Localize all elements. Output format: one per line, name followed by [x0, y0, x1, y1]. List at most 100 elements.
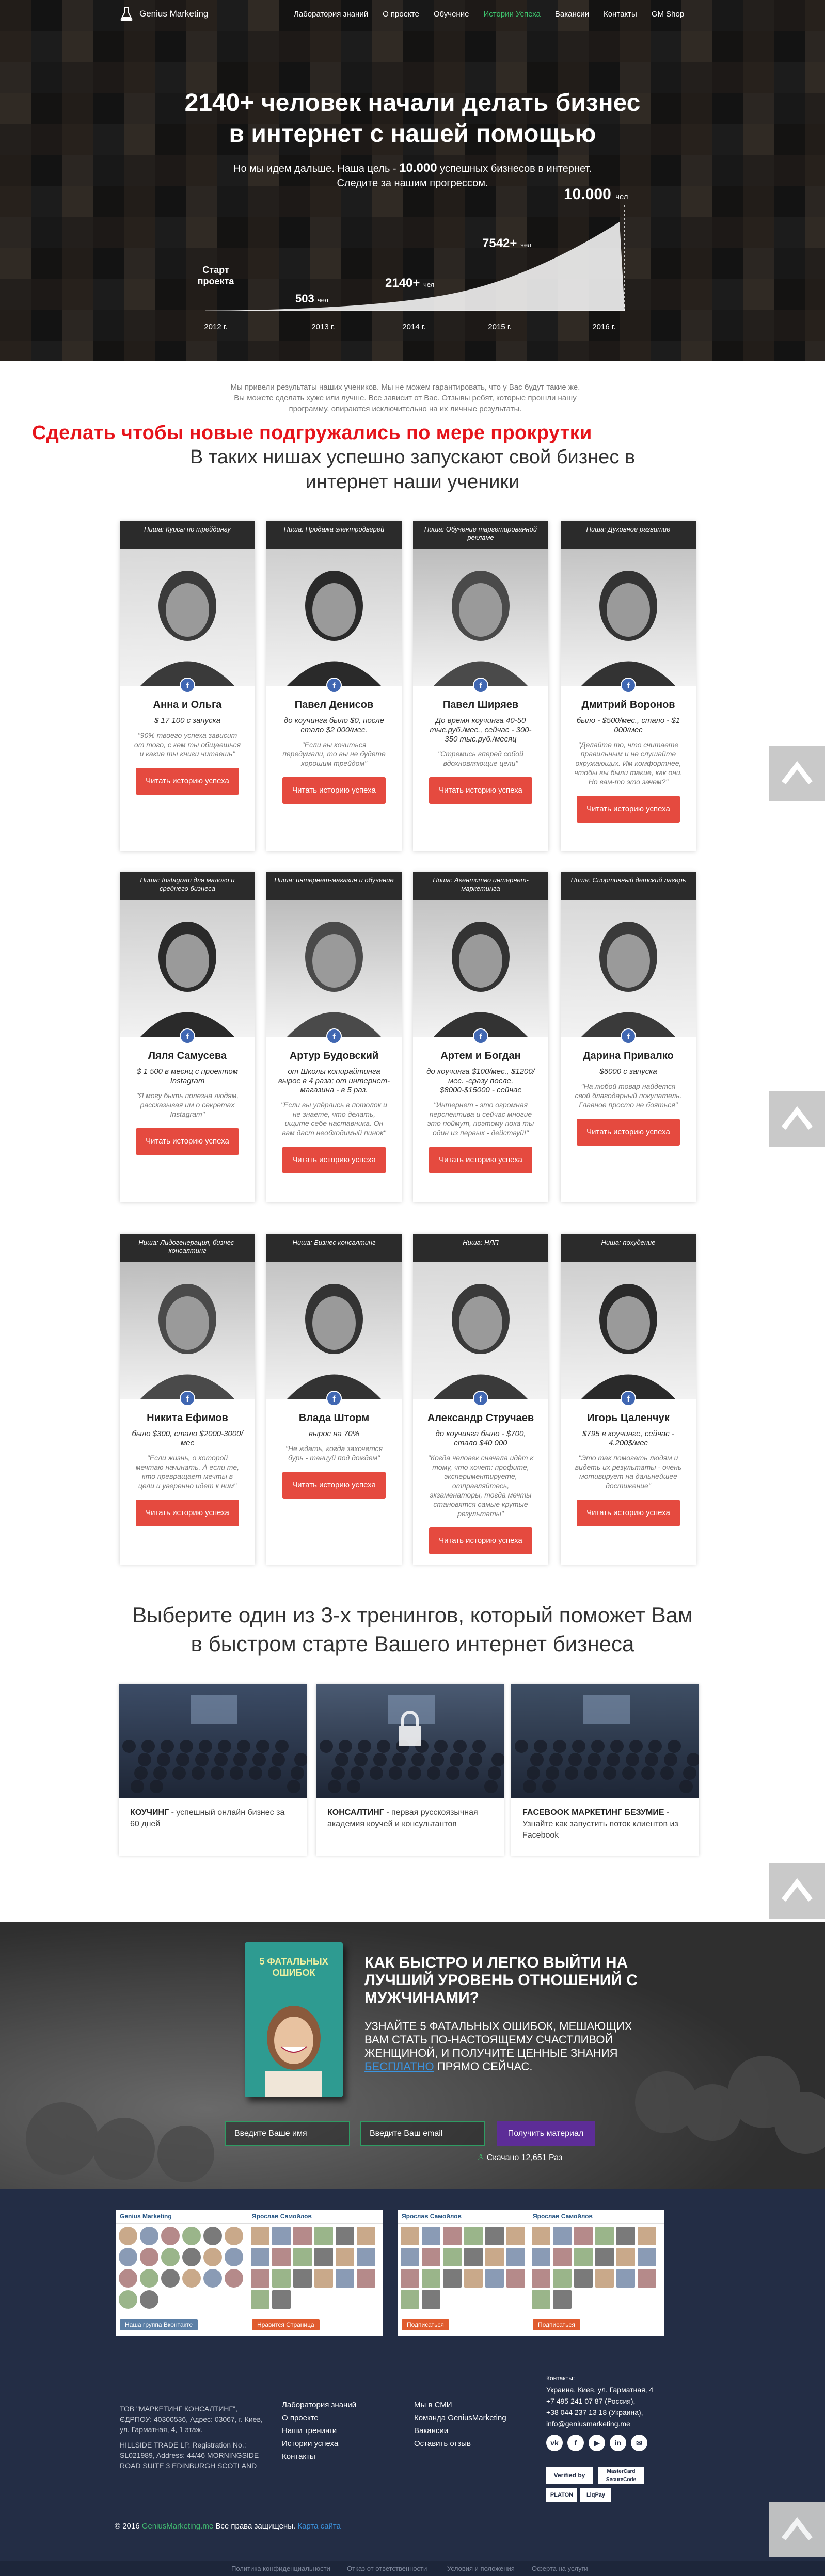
get-material-button[interactable]: Получить материал — [497, 2121, 595, 2146]
hero-section: Genius Marketing Лаборатория знаний О про… — [0, 0, 825, 361]
widget-avatars — [248, 2224, 383, 2312]
facebook-icon[interactable]: f — [326, 1391, 342, 1406]
card-niche: Ниша: Продажа электродверей — [266, 521, 402, 549]
read-story-button[interactable]: Читать историю успеха — [282, 1147, 386, 1173]
name-input[interactable]: Введите Ваше имя — [225, 2121, 350, 2146]
card-name: Артур Будовский — [289, 1050, 379, 1061]
instagram-icon[interactable]: in — [610, 2435, 626, 2451]
footer-link[interactable]: Оставить отзыв — [414, 2437, 506, 2450]
footer-link[interactable]: Вакансии — [414, 2424, 506, 2437]
facebook-icon[interactable]: f — [180, 1028, 195, 1044]
mastercard-badge: MasterCard SecureCode — [598, 2467, 644, 2484]
social-widget[interactable]: Ярослав Самойлов Подписаться — [529, 2210, 664, 2336]
nav-item[interactable]: GM Shop — [644, 10, 691, 19]
nav-item[interactable]: Контакты — [596, 10, 644, 19]
card-quote: "Делайте то, что считаете правильным и н… — [574, 740, 683, 786]
nav-item[interactable]: Вакансии — [548, 10, 596, 19]
nav-item[interactable]: Обучение — [426, 10, 477, 19]
read-story-button[interactable]: Читать историю успеха — [577, 1500, 680, 1526]
read-story-button[interactable]: Читать историю успеха — [429, 777, 532, 804]
read-story-button[interactable]: Читать историю успеха — [577, 796, 680, 823]
year-2015: 2015 г. — [488, 323, 512, 331]
read-story-button[interactable]: Читать историю успеха — [429, 1147, 532, 1173]
logo[interactable]: Genius Marketing — [120, 6, 208, 22]
facebook-icon[interactable]: f — [326, 678, 342, 693]
trainings-title-line2: в быстром старте Вашего интернет бизнеса — [191, 1632, 634, 1656]
nav-item[interactable]: О проекте — [375, 10, 426, 19]
training-card[interactable]: КОНСАЛТИНГ - первая русскоязычная академ… — [316, 1684, 504, 1856]
footer-link[interactable]: Истории успеха — [282, 2437, 356, 2450]
read-story-button[interactable]: Читать историю успеха — [136, 1128, 239, 1155]
platon-badge: PLATON — [546, 2488, 577, 2502]
facebook-icon[interactable]: f — [180, 678, 195, 693]
trainings-title-line1: Выберите один из 3-х тренингов, который … — [132, 1603, 693, 1627]
footer-link[interactable]: О проекте — [282, 2411, 356, 2424]
widget-avatars — [116, 2224, 251, 2312]
facebook-icon[interactable]: f — [473, 678, 488, 693]
card-niche: Ниша: Лидогенерация, бизнес-консалтинг — [120, 1234, 255, 1262]
sitemap-link[interactable]: Карта сайта — [297, 2522, 341, 2531]
trainings-title: Выберите один из 3-х тренингов, который … — [0, 1601, 825, 1659]
widget-title: Ярослав Самойлов — [248, 2210, 383, 2224]
disclaimer-link[interactable]: Отказ от ответственности — [347, 2565, 427, 2572]
read-story-button[interactable]: Читать историю успеха — [429, 1527, 532, 1554]
mail-icon[interactable]: ✉ — [631, 2435, 647, 2451]
read-story-button[interactable]: Читать историю успеха — [282, 777, 386, 804]
read-story-button[interactable]: Читать историю успеха — [136, 1500, 239, 1526]
widget-subtitle[interactable]: Наша группа Вконтакте — [120, 2319, 198, 2330]
nav-item[interactable]: Истории Успеха — [476, 10, 547, 19]
facebook-icon[interactable]: f — [326, 1028, 342, 1044]
social-widget[interactable]: Genius Marketing Наша группа Вконтакте — [116, 2210, 251, 2336]
footer-link[interactable]: Команда GeniusMarketing — [414, 2411, 506, 2424]
scroll-top-button[interactable] — [769, 1863, 825, 1919]
scroll-top-button[interactable] — [769, 1091, 825, 1147]
card-name: Игорь Цаленчук — [587, 1412, 670, 1424]
read-story-button[interactable]: Читать историю успеха — [577, 1119, 680, 1146]
progress-curve — [205, 204, 625, 311]
offer-link[interactable]: Оферта на услуги — [532, 2565, 588, 2572]
ebook-title: 5 ФАТАЛЬНЫХ ОШИБОК — [259, 1956, 328, 1978]
card-niche: Ниша: Духовное развитие — [561, 521, 696, 549]
story-card: Ниша: Духовное развитие f Дмитрий Воронов б… — [561, 521, 696, 851]
vk-icon[interactable]: vk — [546, 2435, 563, 2451]
widget-subtitle[interactable]: Подписаться — [533, 2319, 580, 2330]
email-input[interactable]: Введите Ваш email — [360, 2121, 485, 2146]
facebook-icon[interactable]: f — [180, 1391, 195, 1406]
facebook-icon[interactable]: f — [473, 1391, 488, 1406]
training-image — [511, 1684, 699, 1798]
read-story-button[interactable]: Читать историю успеха — [136, 768, 239, 795]
brand-link[interactable]: GeniusMarketing.me — [142, 2522, 213, 2531]
facebook-icon[interactable]: f — [621, 1028, 636, 1044]
facebook-icon[interactable]: f — [621, 1391, 636, 1406]
scroll-top-button[interactable] — [769, 2502, 825, 2557]
footer-bottom-bar: Политика конфиденциальности Отказ от отв… — [0, 2561, 825, 2576]
terms-link[interactable]: Условия и положения — [447, 2565, 515, 2572]
footer-link[interactable]: Мы в СМИ — [414, 2398, 506, 2411]
nav-item[interactable]: Лаборатория знаний — [287, 10, 375, 19]
scroll-top-button[interactable] — [769, 746, 825, 801]
youtube-icon[interactable]: ▶ — [589, 2435, 605, 2451]
social-widget[interactable]: Ярослав Самойлов Нравится Страница — [248, 2210, 383, 2336]
widget-subtitle[interactable]: Подписаться — [402, 2319, 449, 2330]
widget-subtitle[interactable]: Нравится Страница — [252, 2319, 320, 2330]
card-photo — [266, 900, 402, 1037]
story-card: Ниша: Instagram для малого и среднего би… — [120, 872, 255, 1202]
footer-contacts: Контакты: Украина, Киев, ул. Гарматная, … — [546, 2373, 653, 2451]
facebook-icon[interactable]: f — [621, 678, 636, 693]
free-link[interactable]: БЕСПЛАТНО — [364, 2060, 434, 2073]
read-story-button[interactable]: Читать историю успеха — [282, 1472, 386, 1499]
progress-chart: Старт проекта 503 чел 2140+ чел 7542+ че… — [0, 0, 825, 361]
footer-link[interactable]: Лаборатория знаний — [282, 2398, 356, 2411]
footer-link[interactable]: Контакты — [282, 2450, 356, 2463]
facebook-icon[interactable]: f — [473, 1028, 488, 1044]
main-menu: Лаборатория знаний О проекте Обучение Истор… — [287, 10, 691, 19]
legal-ua: ТОВ "МАРКЕТИНГ КОНСАЛТИНГ", ЄДРПОУ: 4030… — [120, 2405, 263, 2434]
privacy-link[interactable]: Политика конфиденциальности — [231, 2565, 330, 2572]
training-card[interactable]: FACEBOOK МАРКЕТИНГ БЕЗУМИЕ - Узнайте как… — [511, 1684, 699, 1856]
training-card[interactable]: КОУЧИНГ - успешный онлайн бизнес за 60 д… — [119, 1684, 307, 1856]
social-widget[interactable]: Ярослав Самойлов Подписаться — [398, 2210, 533, 2336]
facebook-icon[interactable]: f — [567, 2435, 584, 2451]
training-name: КОУЧИНГ — [130, 1808, 169, 1817]
footer-link[interactable]: Наши тренинги — [282, 2424, 356, 2437]
card-name: Павел Денисов — [294, 699, 374, 711]
